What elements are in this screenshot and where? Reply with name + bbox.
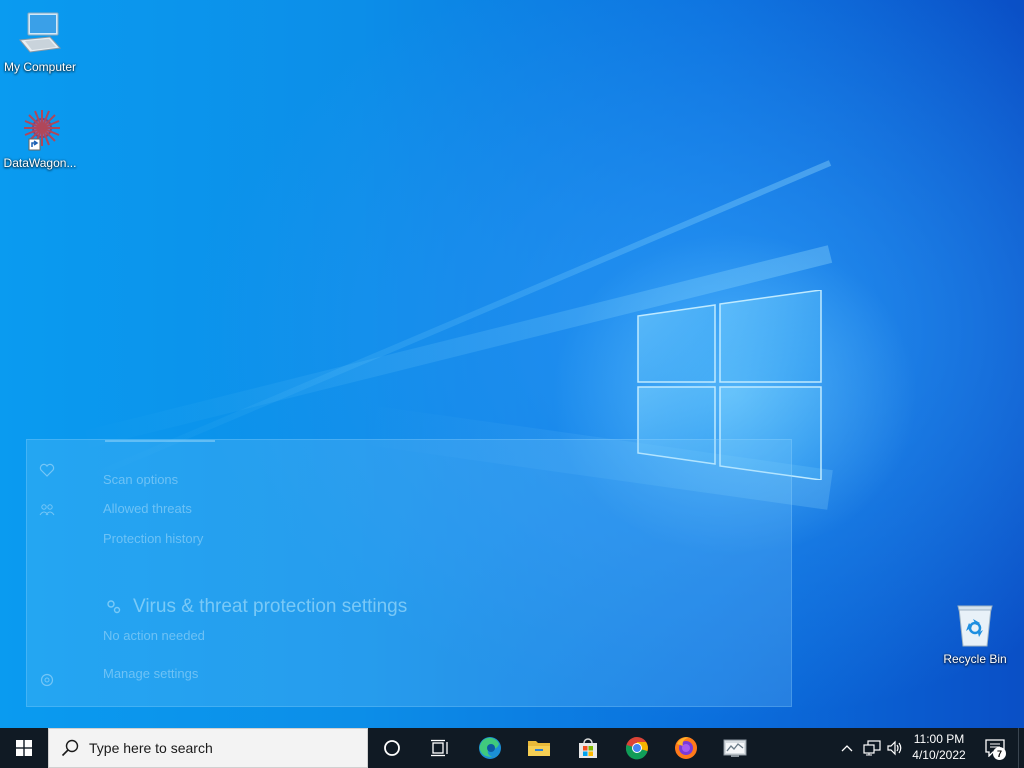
desktop-icon-my-computer[interactable]: My Computer [0, 10, 80, 75]
search-placeholder: Type here to search [89, 740, 213, 756]
edge-taskbar-button[interactable] [466, 728, 514, 768]
search-icon [61, 739, 79, 757]
settings-gear-icon [40, 673, 54, 687]
desktop-icon-recycle-bin[interactable]: Recycle Bin [935, 602, 1015, 667]
desktop-icon-label: Recycle Bin [943, 652, 1007, 666]
computer-icon [16, 10, 64, 58]
clock-date: 4/10/2022 [912, 748, 966, 762]
file-explorer-button[interactable] [515, 728, 563, 768]
taskbar-search-box[interactable]: Type here to search [48, 728, 368, 768]
network-tray-button[interactable] [861, 728, 883, 768]
start-button[interactable] [0, 728, 48, 768]
section-status: No action needed [103, 628, 205, 643]
speaker-icon [887, 740, 902, 756]
clock-time: 11:00 PM [913, 732, 965, 746]
chrome-button[interactable] [613, 728, 661, 768]
monitor-window-icon [723, 739, 747, 757]
desktop-icon-datawagon[interactable]: DataWagon... [0, 106, 80, 171]
virus-settings-icon [107, 600, 121, 614]
chrome-icon [625, 737, 648, 760]
allowed-threats-link[interactable]: Allowed threats [103, 501, 192, 516]
heart-icon [39, 463, 55, 477]
notification-count-badge: 7 [993, 747, 1006, 760]
store-bag-icon [579, 738, 597, 758]
datawagon-shortcut-icon [16, 106, 64, 154]
family-icon [39, 504, 55, 516]
section-title: Virus & threat protection settings [133, 596, 408, 617]
taskbar-clock[interactable]: 11:00 PM 4/10/2022 [908, 731, 970, 765]
task-view-icon [431, 739, 448, 757]
chevron-up-icon [841, 745, 853, 752]
show-desktop-button[interactable] [1018, 728, 1024, 768]
store-button[interactable] [564, 728, 612, 768]
protection-history-link[interactable]: Protection history [103, 531, 203, 546]
volume-tray-button[interactable] [884, 728, 906, 768]
firefox-icon [675, 737, 697, 759]
security-panel-fading: Scan options Allowed threats Protection … [26, 439, 792, 707]
action-center-button[interactable]: 7 [978, 728, 1012, 768]
task-view-button[interactable] [416, 728, 464, 768]
show-hidden-icons-button[interactable] [838, 728, 856, 768]
taskbar: Type here to search 11:00 PM 4/10/2022 7 [0, 728, 1024, 768]
desktop-icon-label: My Computer [3, 60, 77, 74]
cortana-button[interactable] [368, 728, 416, 768]
recycle-bin-icon [951, 602, 999, 650]
system-monitor-button[interactable] [711, 728, 759, 768]
desktop-icon-label: DataWagon... [3, 156, 77, 170]
scan-options-link[interactable]: Scan options [103, 472, 178, 487]
network-icon [863, 740, 881, 756]
firefox-button[interactable] [662, 728, 710, 768]
windows-start-icon [16, 740, 32, 756]
cortana-circle-icon [384, 740, 400, 756]
manage-settings-link[interactable]: Manage settings [103, 666, 198, 681]
desktop-background[interactable]: My Computer DataWagon... Recycle Bin Sca… [0, 0, 1024, 728]
panel-divider [105, 440, 215, 442]
folder-icon [528, 741, 550, 756]
edge-icon [479, 737, 501, 759]
